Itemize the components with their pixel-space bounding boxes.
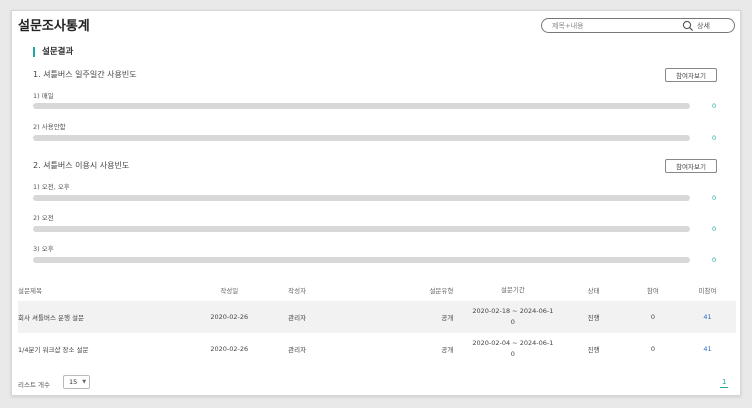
option-bar bbox=[33, 195, 690, 201]
period-line: 0 bbox=[510, 350, 515, 358]
survey-title-cell[interactable]: 회사 셔틀버스 운행 설문 bbox=[18, 312, 179, 322]
status-cell: 진행 bbox=[587, 314, 600, 322]
option-count: 0 bbox=[712, 134, 717, 142]
author-cell: 관리자 bbox=[288, 314, 307, 322]
col-header-author[interactable]: 작성자 bbox=[279, 285, 332, 295]
period-cell: 2020-02-18 ~ 2024-06-1 0 bbox=[465, 306, 560, 328]
survey-stats-panel: 설문조사통계 상세 설문결과 1. 셔틀버스 일주일간 사용빈도 참여자보기 1… bbox=[11, 10, 741, 396]
col-header-status[interactable]: 상태 bbox=[560, 285, 626, 295]
date-cell: 2020-02-26 bbox=[210, 313, 249, 321]
type-cell: 공개 bbox=[441, 314, 454, 322]
table-header-row: 설문제목 작성일 작성자 설문유형 설문기간 상태 참여 미참여 bbox=[18, 279, 736, 301]
option-label: 2) 사용안함 bbox=[33, 123, 66, 131]
list-count-label: 리스트 개수 bbox=[18, 381, 50, 389]
option-bar bbox=[33, 257, 690, 263]
participants-cell: 0 bbox=[650, 313, 655, 321]
option-bar bbox=[33, 135, 690, 141]
col-header-participants[interactable]: 참여 bbox=[627, 285, 679, 295]
section-title: 설문결과 bbox=[33, 47, 73, 57]
option-label: 3) 오후 bbox=[33, 245, 54, 253]
question-title: 1. 셔틀버스 일주일간 사용빈도 bbox=[33, 70, 137, 79]
period-cell: 2020-02-04 ~ 2024-06-1 0 bbox=[465, 338, 560, 360]
option-count: 0 bbox=[712, 225, 717, 233]
view-participants-button[interactable]: 참여자보기 bbox=[665, 68, 717, 82]
col-header-period[interactable]: 설문기간 bbox=[465, 285, 560, 296]
question-title: 2. 셔틀버스 이용시 사용빈도 bbox=[33, 161, 130, 170]
non-participants-link[interactable]: 41 bbox=[679, 313, 736, 321]
participants-cell: 0 bbox=[650, 345, 655, 353]
option-label: 2) 오전 bbox=[33, 214, 54, 222]
type-cell: 공개 bbox=[441, 346, 454, 354]
author-cell: 관리자 bbox=[288, 346, 307, 354]
option-bar bbox=[33, 103, 690, 109]
page-title: 설문조사통계 bbox=[18, 19, 90, 34]
option-label: 1) 매일 bbox=[33, 92, 54, 100]
status-cell: 진행 bbox=[587, 346, 600, 354]
table-row[interactable]: 회사 셔틀버스 운행 설문 2020-02-26 관리자 공개 2020-02-… bbox=[18, 301, 736, 333]
option-bar bbox=[33, 226, 690, 232]
col-header-non-participants[interactable]: 미참여 bbox=[679, 285, 736, 295]
table-row[interactable]: 1/4분기 워크샵 장소 설문 2020-02-26 관리자 공개 2020-0… bbox=[18, 333, 736, 365]
col-header-type[interactable]: 설문유형 bbox=[332, 285, 466, 295]
chevron-down-icon: ▼ bbox=[82, 379, 87, 385]
page-size-value: 15 bbox=[69, 378, 78, 386]
option-label: 1) 오전, 오후 bbox=[33, 183, 70, 191]
detail-search-link[interactable]: 상세 bbox=[697, 21, 710, 31]
option-count: 0 bbox=[712, 256, 717, 264]
period-line: 0 bbox=[510, 318, 515, 326]
period-line: 2020-02-18 ~ 2024-06-1 bbox=[472, 307, 554, 315]
option-count: 0 bbox=[712, 102, 717, 110]
search-icon[interactable] bbox=[682, 20, 694, 32]
survey-table: 설문제목 작성일 작성자 설문유형 설문기간 상태 참여 미참여 회사 셔틀버스… bbox=[18, 279, 736, 365]
col-header-title[interactable]: 설문제목 bbox=[18, 285, 179, 295]
page-size-select[interactable]: 15 ▼ bbox=[63, 375, 90, 389]
date-cell: 2020-02-26 bbox=[210, 345, 249, 353]
col-header-date[interactable]: 작성일 bbox=[179, 285, 279, 295]
option-count: 0 bbox=[712, 194, 717, 202]
view-participants-button[interactable]: 참여자보기 bbox=[665, 159, 717, 173]
non-participants-link[interactable]: 41 bbox=[679, 345, 736, 353]
search-input[interactable] bbox=[542, 21, 678, 30]
pagination-current-page[interactable]: 1 bbox=[720, 378, 729, 388]
search-box: 상세 bbox=[541, 18, 735, 33]
survey-title-cell[interactable]: 1/4분기 워크샵 장소 설문 bbox=[18, 344, 179, 354]
period-line: 2020-02-04 ~ 2024-06-1 bbox=[472, 339, 554, 347]
